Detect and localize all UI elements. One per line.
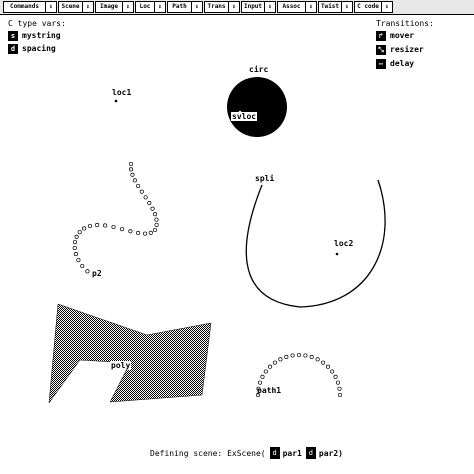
path-dot bbox=[284, 354, 289, 360]
p2-label[interactable]: p2 bbox=[92, 269, 102, 278]
path-dot bbox=[72, 245, 77, 251]
loc2-point[interactable] bbox=[335, 252, 339, 256]
path-dot bbox=[128, 167, 134, 172]
status-param-1[interactable]: par1 bbox=[283, 449, 302, 458]
path-dot bbox=[128, 229, 133, 234]
path-dot bbox=[321, 360, 326, 365]
spli-spline[interactable] bbox=[245, 179, 386, 308]
path-dot bbox=[148, 230, 153, 235]
path-dot bbox=[128, 161, 134, 167]
loc1-point[interactable] bbox=[114, 99, 118, 103]
path-dot bbox=[85, 269, 90, 274]
path-dot bbox=[143, 195, 148, 200]
ctype-panel-title: C type vars: bbox=[8, 19, 66, 28]
param-icon: d bbox=[269, 447, 280, 459]
path-dot bbox=[309, 354, 314, 360]
path-dot bbox=[139, 189, 144, 194]
resizer-icon: ⤡ bbox=[376, 45, 386, 55]
ctype-item-label: spacing bbox=[22, 44, 56, 53]
path-dot bbox=[330, 369, 335, 374]
path-dot bbox=[152, 227, 158, 233]
path-dot bbox=[119, 227, 125, 232]
path-dot bbox=[315, 357, 320, 362]
status-param-2[interactable]: par2) bbox=[319, 449, 343, 458]
path-dot bbox=[77, 230, 82, 235]
status-line: Defining scene: ExScene( d par1 d par2) bbox=[150, 447, 343, 459]
path-dot bbox=[76, 258, 81, 263]
svloc-label[interactable]: svloc bbox=[231, 112, 258, 121]
path-dot bbox=[267, 364, 273, 369]
path-dot bbox=[111, 224, 116, 230]
path-dot bbox=[337, 386, 342, 391]
transition-item-delay[interactable]: ⋯ delay bbox=[376, 59, 414, 69]
path-dot bbox=[154, 217, 159, 222]
path-dot bbox=[290, 353, 295, 358]
path-dot bbox=[257, 380, 263, 385]
poly-shape[interactable] bbox=[48, 303, 212, 404]
transition-item-label: resizer bbox=[390, 45, 424, 54]
path-dot bbox=[95, 222, 100, 228]
path-dot bbox=[263, 369, 268, 374]
path-dot bbox=[303, 353, 308, 358]
path-dot bbox=[136, 230, 141, 236]
path-dot bbox=[337, 392, 343, 398]
path-dot bbox=[296, 352, 302, 358]
circ-label[interactable]: circ bbox=[249, 65, 268, 74]
path-dot bbox=[73, 252, 78, 257]
path-dot bbox=[74, 234, 79, 239]
path-dot bbox=[152, 212, 158, 217]
path1-label[interactable]: path1 bbox=[257, 386, 281, 395]
loc1-label[interactable]: loc1 bbox=[112, 88, 131, 97]
transition-item-resizer[interactable]: ⤡ resizer bbox=[376, 45, 424, 55]
path-dot bbox=[150, 206, 155, 211]
circ-shape[interactable] bbox=[227, 77, 287, 137]
path-dot bbox=[143, 231, 148, 236]
transition-item-label: mover bbox=[390, 31, 415, 40]
path-dot bbox=[130, 172, 135, 177]
ctype-item-mystring[interactable]: s mystring bbox=[8, 31, 61, 41]
path-dot bbox=[87, 223, 93, 229]
loc2-label[interactable]: loc2 bbox=[334, 239, 353, 248]
path-dot bbox=[132, 178, 137, 183]
path-dot bbox=[278, 357, 283, 362]
path-dot bbox=[335, 380, 341, 385]
path-dot bbox=[154, 222, 159, 227]
ctype-item-label: mystring bbox=[22, 31, 61, 40]
param-icon: d bbox=[305, 447, 316, 459]
path-dot bbox=[136, 183, 141, 189]
status-scene-name: ExScene( bbox=[227, 448, 266, 458]
app-window: Commands ⬇ Scene ⬇ Image ⬇ Loc ⬇ Path ⬇ Trans ⬇ Inpu… bbox=[0, 0, 474, 474]
path-dot bbox=[333, 374, 338, 379]
delay-icon: ⋯ bbox=[376, 59, 386, 69]
transition-item-label: delay bbox=[390, 59, 415, 68]
ctype-item-spacing[interactable]: d spacing bbox=[8, 44, 56, 54]
path-dot bbox=[325, 364, 331, 369]
path-dot bbox=[82, 226, 87, 231]
path-dot bbox=[272, 360, 277, 365]
number-icon: d bbox=[8, 44, 18, 54]
drawing-canvas[interactable] bbox=[0, 0, 474, 474]
path-dot bbox=[103, 223, 108, 228]
path-dot bbox=[72, 240, 78, 245]
transitions-panel-title: Transitions: bbox=[376, 19, 434, 28]
poly-label[interactable]: poly bbox=[110, 361, 132, 370]
mover-icon: ↱ bbox=[376, 31, 386, 41]
transition-item-mover[interactable]: ↱ mover bbox=[376, 31, 414, 41]
path-dot bbox=[80, 263, 85, 269]
spli-label[interactable]: spli bbox=[255, 174, 274, 183]
status-prefix: Defining scene: bbox=[150, 448, 223, 458]
p2-dotted-path[interactable] bbox=[72, 161, 159, 274]
path-dot bbox=[147, 200, 152, 206]
string-icon: s bbox=[8, 31, 18, 41]
path-dot bbox=[260, 374, 265, 379]
